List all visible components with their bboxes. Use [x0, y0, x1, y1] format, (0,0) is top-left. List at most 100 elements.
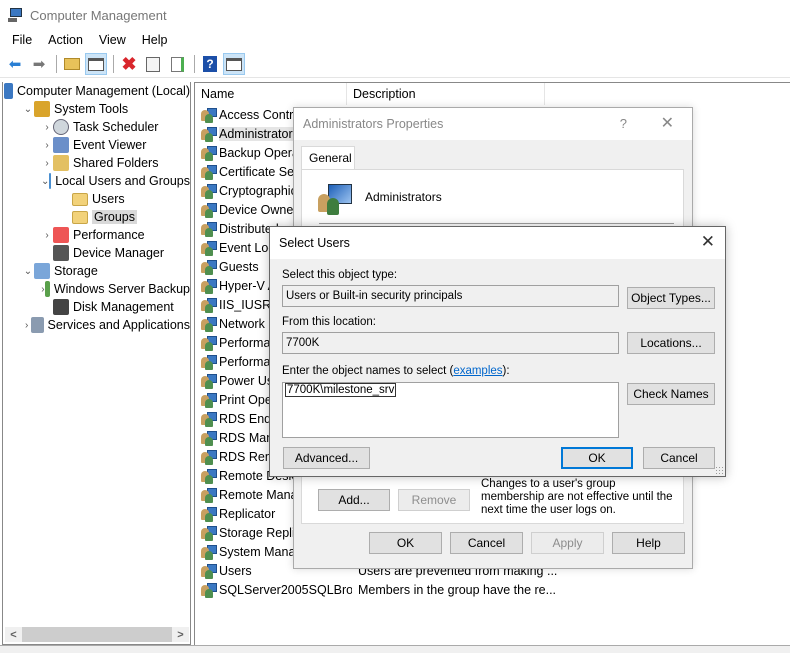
tree-node-label: Windows Server Backup [53, 282, 190, 296]
examples-link[interactable]: examples [453, 365, 502, 377]
help-icon[interactable]: ? [199, 53, 221, 75]
console-tree-pane: Computer Management (Local) ⌄ System Tools… [2, 82, 191, 645]
apply-button[interactable]: Apply [531, 532, 604, 554]
up-folder-icon[interactable] [61, 53, 83, 75]
help-question-icon[interactable]: ? [620, 116, 627, 131]
tree-node[interactable]: › Windows Server Backup [3, 280, 190, 298]
ok-button[interactable]: OK [369, 532, 442, 554]
group-icon [201, 316, 217, 332]
title-bar: Computer Management [0, 0, 790, 30]
group-icon [201, 373, 217, 389]
cancel-button[interactable]: Cancel [643, 447, 715, 469]
scroll-right-icon[interactable]: > [172, 629, 189, 641]
chevron-right-icon[interactable]: › [41, 140, 53, 151]
tree-node[interactable]: › Shared Folders [3, 154, 190, 172]
group-icon [201, 487, 217, 503]
toolbar-separator [194, 55, 195, 73]
menu-view[interactable]: View [91, 33, 134, 47]
menu-action[interactable]: Action [40, 33, 91, 47]
chevron-down-icon[interactable]: ⌄ [22, 266, 34, 277]
tree-node[interactable]: ⌄ Local Users and Groups [3, 172, 190, 190]
object-names-input[interactable]: 7700K\milestone_srv [282, 382, 619, 438]
group-icon [201, 145, 217, 161]
group-description: Members in the group have the re... [358, 582, 557, 597]
ok-button[interactable]: OK [561, 447, 633, 469]
cancel-button[interactable]: Cancel [450, 532, 523, 554]
remove-button[interactable]: Remove [398, 489, 470, 511]
select-users-dialog: Select Users ✕ Select this object type: … [269, 226, 726, 477]
group-icon [201, 525, 217, 541]
tree-node[interactable]: › Task Scheduler [3, 118, 190, 136]
tree-node[interactable]: Users [3, 190, 190, 208]
tree-node-label: Users [92, 192, 125, 206]
group-name: Administrators [365, 190, 442, 204]
tree-node[interactable]: › Services and Applications [3, 316, 190, 334]
close-icon[interactable]: ✕ [701, 232, 715, 252]
tree-node[interactable]: Computer Management (Local) [3, 82, 190, 100]
backup-icon [44, 281, 50, 297]
chevron-right-icon[interactable]: › [41, 230, 53, 241]
help-button[interactable]: Help [612, 532, 685, 554]
advanced-button[interactable]: Advanced... [283, 447, 370, 469]
tree-node[interactable]: Device Manager [3, 244, 190, 262]
show-hide-console-tree-icon[interactable] [85, 53, 107, 75]
toolbar-separator [56, 55, 57, 73]
locations-button[interactable]: Locations... [627, 332, 715, 354]
label-prefix: Enter the object names to select ( [282, 365, 454, 377]
tree-node[interactable]: Disk Management [3, 298, 190, 316]
location-label: From this location: [282, 316, 376, 328]
toolbar: ⬅ ➡ ✖ ? [0, 51, 790, 78]
event-viewer-icon [53, 137, 69, 153]
add-button[interactable]: Add... [318, 489, 390, 511]
group-icon [201, 335, 217, 351]
dialog-title: Administrators Properties [294, 108, 692, 140]
menu-file[interactable]: File [4, 33, 40, 47]
group-icon [201, 126, 217, 142]
export-list-icon[interactable] [166, 53, 188, 75]
horizontal-scrollbar[interactable]: < > [5, 627, 189, 642]
list-item[interactable]: SQLServer2005SQLBro... Members in the gro… [195, 580, 790, 599]
services-icon [31, 317, 44, 333]
show-hide-action-pane-icon[interactable] [223, 53, 245, 75]
group-icon [201, 164, 217, 180]
tree-node-label: System Tools [54, 102, 129, 116]
close-icon[interactable]: ✕ [661, 113, 674, 133]
storage-icon [34, 263, 50, 279]
group-icon [201, 278, 217, 294]
check-names-button[interactable]: Check Names [627, 383, 715, 405]
properties-icon[interactable] [142, 53, 164, 75]
tree-node[interactable]: › Performance [3, 226, 190, 244]
group-icon [201, 544, 217, 560]
object-names-value: 7700K\milestone_srv [285, 383, 397, 397]
object-type-field: Users or Built-in security principals [282, 285, 619, 307]
column-header-description[interactable]: Description [347, 83, 545, 105]
tree-node[interactable]: Groups [3, 208, 190, 226]
clock-icon [53, 119, 69, 135]
group-icon [201, 107, 217, 123]
object-type-label: Select this object type: [282, 269, 398, 281]
delete-icon[interactable]: ✖ [118, 53, 140, 75]
menu-bar: File Action View Help [0, 30, 790, 50]
tree-node[interactable]: › Event Viewer [3, 136, 190, 154]
chevron-right-icon[interactable]: › [41, 122, 53, 133]
toolbar-separator [113, 55, 114, 73]
chevron-down-icon[interactable]: ⌄ [22, 104, 34, 115]
forward-arrow-icon[interactable]: ➡ [28, 53, 50, 75]
disk-icon [53, 299, 69, 315]
chevron-right-icon[interactable]: › [41, 158, 53, 169]
back-arrow-icon[interactable]: ⬅ [4, 53, 26, 75]
chevron-right-icon[interactable]: › [22, 320, 31, 331]
tree-node[interactable]: ⌄ Storage [3, 262, 190, 280]
object-types-button[interactable]: Object Types... [627, 287, 715, 309]
tools-icon [34, 101, 50, 117]
column-header-name[interactable]: Name [195, 83, 347, 105]
resize-grip[interactable] [715, 466, 723, 474]
scroll-left-icon[interactable]: < [5, 629, 22, 641]
object-names-label: Enter the object names to select (exampl… [282, 365, 510, 377]
scroll-thumb[interactable] [22, 627, 172, 642]
menu-help[interactable]: Help [134, 33, 176, 47]
tree-node[interactable]: ⌄ System Tools [3, 100, 190, 118]
tree-node-label: Performance [73, 228, 145, 242]
chevron-down-icon[interactable]: ⌄ [41, 176, 49, 187]
tab-general[interactable]: General [301, 146, 355, 170]
